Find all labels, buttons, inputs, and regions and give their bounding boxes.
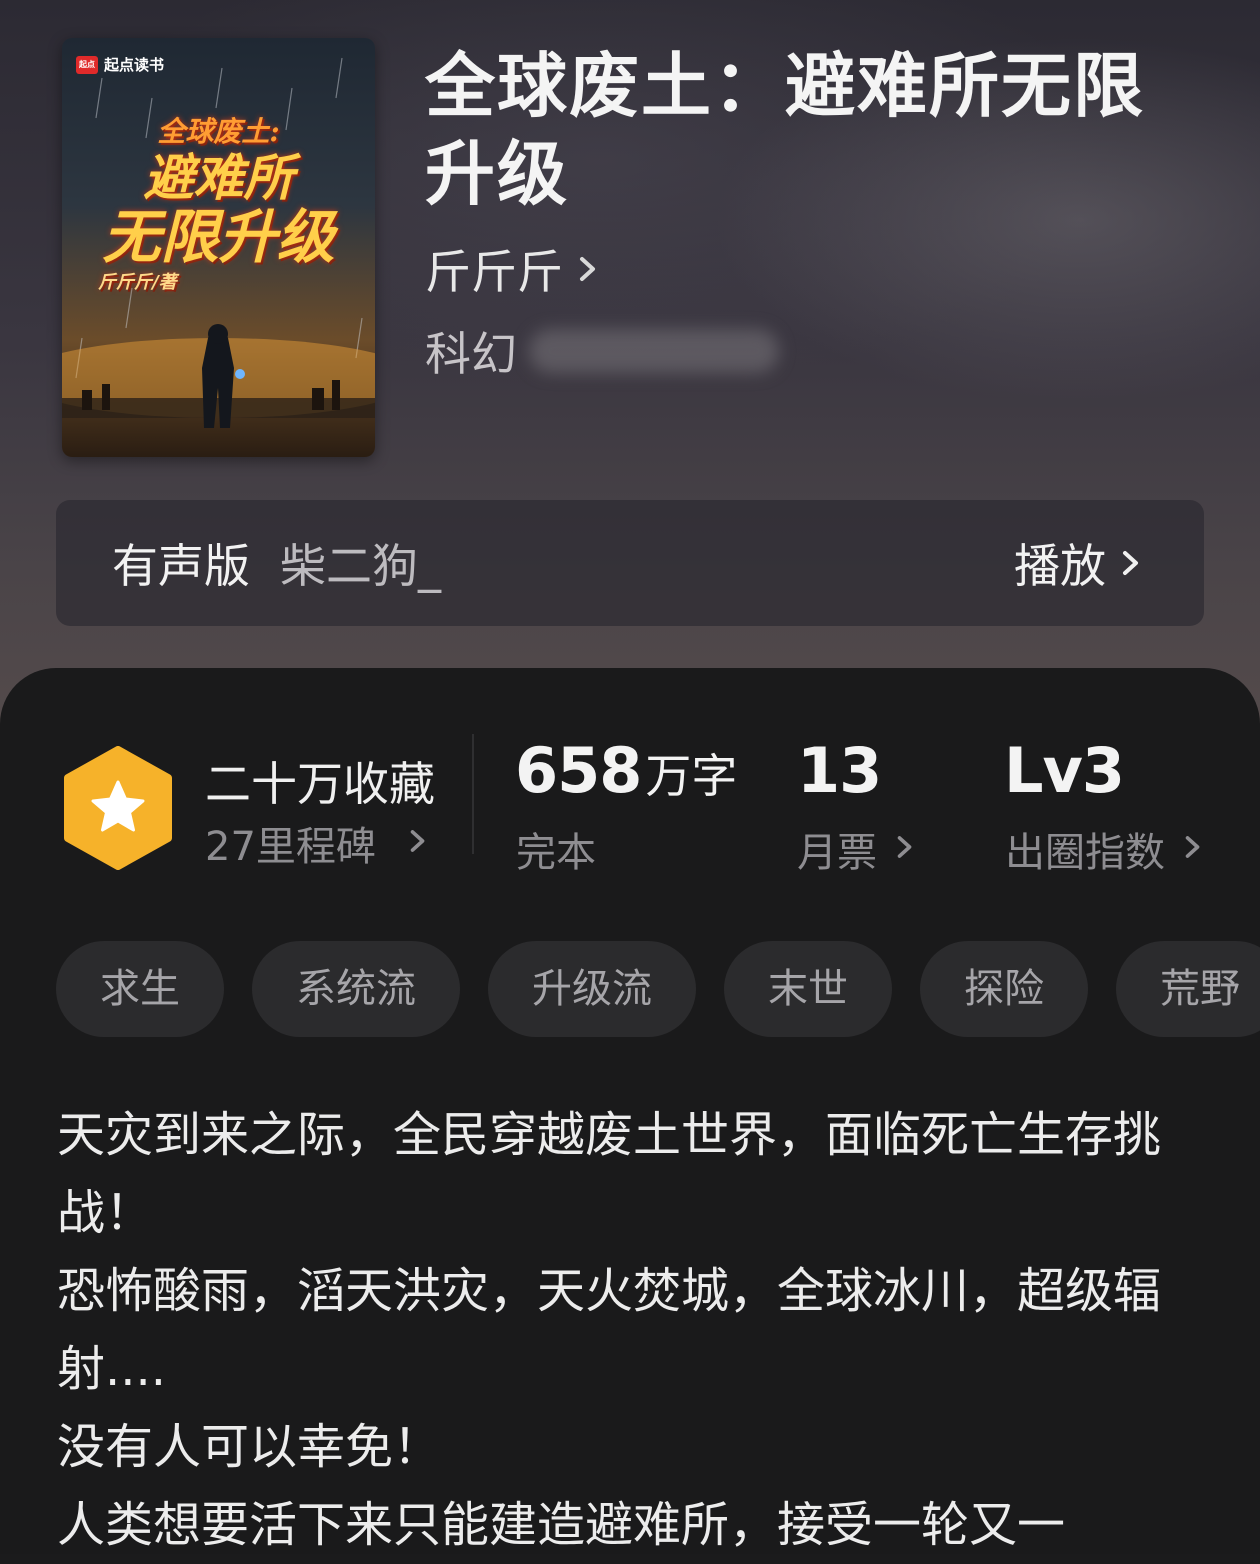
category-row: 科幻 <box>425 318 779 384</box>
cover-title: 全球废土: 避难所 无限升级 斤斤斤/著 <box>62 110 375 294</box>
cover-title-line1: 全球废土: <box>157 115 280 148</box>
tag-chip[interactable]: 探险 <box>920 941 1088 1037</box>
synopsis-paragraph: 天灾到来之际，全民穿越废土世界，面临死亡生存挑战！ <box>57 1107 1162 1241</box>
chevron-right-icon <box>895 826 915 872</box>
synopsis[interactable]: 天灾到来之际，全民穿越废土世界，面临死亡生存挑战！ 恐怖酸雨，滔天洪灾，天火焚城… <box>57 1096 1197 1564</box>
tag-chip[interactable]: 求生 <box>56 941 224 1037</box>
tag-chip[interactable]: 荒野 <box>1116 941 1260 1037</box>
play-label: 播放 <box>1014 539 1106 593</box>
synopsis-paragraph: 没有人可以幸免！ <box>57 1419 442 1475</box>
milestone-count: 27里程碑 <box>205 824 376 870</box>
audiobook-bar[interactable]: 有声版 柴二狗_ 播放 <box>56 500 1204 626</box>
cover-title-line2: 避难所 <box>143 148 294 207</box>
tag-chip[interactable]: 末世 <box>724 941 892 1037</box>
synopsis-paragraph: 恐怖酸雨，滔天洪灾，天火焚城，全球冰川，超级辐射.... <box>57 1263 1162 1397</box>
popularity-index-label: 出圈指数 <box>1005 830 1165 876</box>
level-value: Lv3 <box>1004 734 1125 807</box>
cover-author-line: 斤斤斤/著 <box>98 272 177 293</box>
synopsis-paragraph: 人类想要活下来只能建造避难所，接受一轮又一 <box>57 1497 1066 1553</box>
monthly-votes-value: 13 <box>797 734 882 807</box>
blurred-tag <box>529 329 779 373</box>
book-cover[interactable]: 起点 起点读书 全球废土: 避难所 无限升级 斤斤斤/著 <box>62 38 375 457</box>
tag-list: 求生 系统流 升级流 末世 探险 荒野 <box>56 941 1260 1037</box>
milestone-title: 二十万收藏 <box>205 757 435 811</box>
chevron-right-icon <box>1120 536 1142 590</box>
book-title: 全球废土：避难所无限升级 <box>425 44 1145 215</box>
book-header: 起点 起点读书 全球废土: 避难所 无限升级 斤斤斤/著 全球废土：避难所无限升… <box>0 0 1260 760</box>
chevron-right-icon <box>408 820 428 866</box>
play-button[interactable]: 播放 <box>1014 530 1142 596</box>
qidian-logo-icon: 起点 <box>76 55 98 74</box>
cover-title-line3: 无限升级 <box>102 203 335 271</box>
author-name: 斤斤斤 <box>425 245 563 299</box>
audiobook-label: 有声版 <box>112 539 250 593</box>
monthly-votes-label: 月票 <box>797 830 877 876</box>
milestone-link[interactable]: 27里程碑 <box>205 814 428 872</box>
word-count-value: 658 <box>515 734 642 807</box>
cover-brand: 起点 起点读书 <box>76 54 164 75</box>
word-count: 658万字 <box>515 734 737 807</box>
word-count-unit: 万字 <box>645 749 738 803</box>
stats-row: 二十万收藏 27里程碑 658万字 完本 13 月票 Lv3 出圈指数 <box>0 668 1260 898</box>
popularity-index-link[interactable]: 出圈指数 <box>1005 820 1203 878</box>
chevron-right-icon <box>577 242 599 296</box>
tag-chip[interactable]: 升级流 <box>488 941 696 1037</box>
completion-status: 完本 <box>516 830 596 876</box>
chevron-right-icon <box>1183 826 1203 872</box>
tag-chip[interactable]: 系统流 <box>252 941 460 1037</box>
cover-brand-text: 起点读书 <box>104 56 165 74</box>
narrator-name: 柴二狗_ <box>280 539 441 593</box>
star-badge-icon <box>62 746 174 874</box>
stats-divider <box>472 734 474 854</box>
monthly-votes-link[interactable]: 月票 <box>797 820 915 878</box>
category-label[interactable]: 科幻 <box>425 318 517 384</box>
author-link[interactable]: 斤斤斤 <box>425 236 599 302</box>
book-detail-panel: 二十万收藏 27里程碑 658万字 完本 13 月票 Lv3 出圈指数 求生 系… <box>0 668 1260 1554</box>
